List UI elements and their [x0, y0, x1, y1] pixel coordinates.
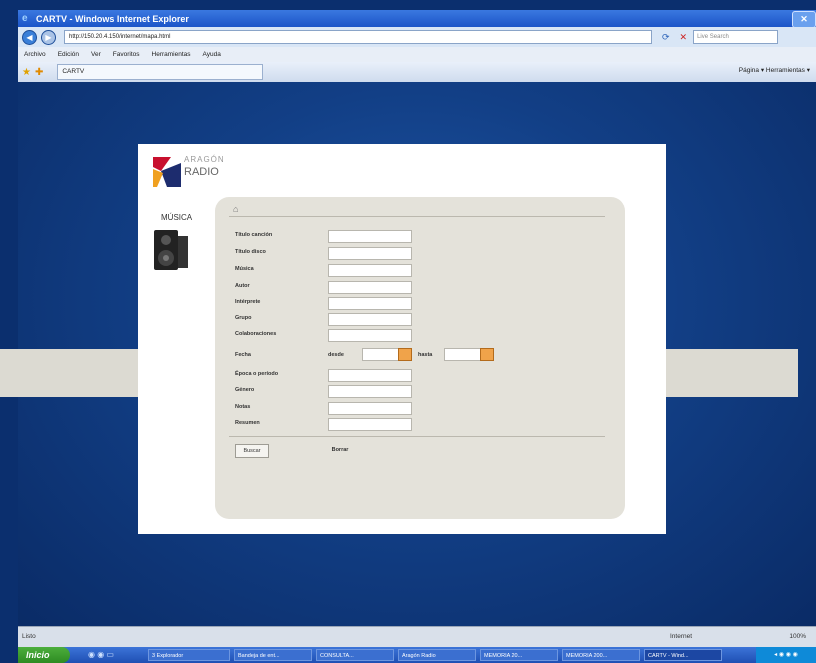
- divider: [229, 216, 605, 217]
- tools-menu[interactable]: Página ▾ Herramientas ▾: [739, 66, 810, 74]
- home-icon[interactable]: ⌂: [233, 204, 238, 214]
- search-button[interactable]: Buscar: [235, 444, 269, 458]
- taskbar: Inicio ◉ ◉ ▭ 3 Explorador Bandeja de ent…: [18, 647, 816, 663]
- url-input[interactable]: http://150.20.4.150/internet/mapa.html: [64, 30, 652, 44]
- window-titlebar: e CARTV - Windows Internet Explorer ✕: [18, 10, 816, 28]
- notas-input[interactable]: [328, 402, 412, 415]
- label-titulo-disco: Título disco: [235, 249, 266, 255]
- favorites-star-icon[interactable]: ★: [22, 67, 31, 78]
- system-tray: ◂ ◉ ◉ ◉: [756, 647, 816, 663]
- ie-icon: e: [22, 12, 28, 24]
- musica-input[interactable]: [328, 264, 412, 277]
- grupo-input[interactable]: [328, 313, 412, 326]
- label-interprete: Intérprete: [235, 299, 261, 305]
- label-hasta: hasta: [418, 352, 433, 358]
- calendar-icon[interactable]: [480, 348, 494, 361]
- logo-text-aragon: ARAGÓN: [184, 155, 225, 164]
- refresh-icon[interactable]: ⟳: [662, 32, 670, 43]
- taskbar-item-active[interactable]: CARTV - Wind...: [644, 649, 722, 661]
- menu-archivo[interactable]: Archivo: [24, 51, 46, 58]
- titulo-disco-input[interactable]: [328, 247, 412, 260]
- calendar-icon[interactable]: [398, 348, 412, 361]
- taskbar-item[interactable]: MEMORIA 20...: [480, 649, 558, 661]
- epoca-input[interactable]: [328, 369, 412, 382]
- label-desde: desde: [328, 352, 344, 358]
- forward-icon[interactable]: ▶: [41, 29, 56, 45]
- close-icon[interactable]: ✕: [792, 11, 816, 28]
- menu-favoritos[interactable]: Favoritos: [113, 51, 140, 58]
- security-zone: Internet: [670, 633, 693, 640]
- address-bar: ◀ ▶ http://150.20.4.150/internet/mapa.ht…: [18, 27, 816, 47]
- taskbar-item[interactable]: CONSULTA...: [316, 649, 394, 661]
- favorites-bar: ★ ✚ CARTV Página ▾ Herramientas ▾: [18, 62, 816, 83]
- window-title: CARTV - Windows Internet Explorer: [36, 13, 189, 24]
- colaboraciones-input[interactable]: [328, 329, 412, 342]
- start-button[interactable]: Inicio: [18, 647, 70, 663]
- label-fecha: Fecha: [235, 352, 251, 358]
- label-autor: Autor: [235, 283, 250, 289]
- label-genero: Género: [235, 387, 255, 393]
- quick-launch-icon[interactable]: ◉ ◉ ▭: [88, 650, 114, 659]
- zoom-level[interactable]: 100%: [789, 633, 806, 640]
- stop-icon[interactable]: ✕: [680, 32, 688, 43]
- resumen-input[interactable]: [328, 418, 412, 431]
- menu-herramientas[interactable]: Herramientas: [152, 51, 191, 58]
- search-form-panel: [215, 197, 625, 519]
- clear-button[interactable]: Borrar: [328, 444, 352, 456]
- menu-ver[interactable]: Ver: [91, 51, 101, 58]
- speaker-icon: [154, 230, 188, 270]
- status-bar: Listo Internet 100%: [18, 626, 816, 648]
- taskbar-item[interactable]: Aragón Radio: [398, 649, 476, 661]
- label-notas: Notas: [235, 404, 251, 410]
- back-icon[interactable]: ◀: [22, 29, 37, 45]
- taskbar-item[interactable]: MEMORIA 200...: [562, 649, 640, 661]
- menu-ayuda[interactable]: Ayuda: [203, 51, 221, 58]
- titulo-cancion-input[interactable]: [328, 230, 412, 243]
- label-epoca: Época o período: [235, 371, 279, 377]
- label-resumen: Resumen: [235, 420, 260, 426]
- status-text: Listo: [22, 633, 36, 640]
- section-title: MÚSICA: [161, 213, 193, 222]
- divider: [229, 436, 605, 437]
- menu-bar: Archivo Edición Ver Favoritos Herramient…: [18, 47, 816, 62]
- label-titulo-cancion: Título canción: [235, 232, 273, 238]
- label-grupo: Grupo: [235, 315, 252, 321]
- autor-input[interactable]: [328, 281, 412, 294]
- add-favorite-icon[interactable]: ✚: [35, 67, 43, 78]
- logo-text-radio: RADIO: [184, 166, 219, 178]
- taskbar-item[interactable]: 3 Explorador: [148, 649, 230, 661]
- search-input[interactable]: Live Search: [693, 30, 779, 44]
- taskbar-item[interactable]: Bandeja de ent...: [234, 649, 312, 661]
- label-musica: Música: [235, 266, 254, 272]
- label-colaboraciones: Colaboraciones: [235, 331, 277, 337]
- tab-cartv[interactable]: CARTV: [57, 64, 264, 80]
- menu-edicion[interactable]: Edición: [58, 51, 79, 58]
- aragon-radio-logo-icon: [153, 157, 181, 187]
- interprete-input[interactable]: [328, 297, 412, 310]
- genero-input[interactable]: [328, 385, 412, 398]
- desktop: e CARTV - Windows Internet Explorer ✕ ◀ …: [0, 0, 816, 663]
